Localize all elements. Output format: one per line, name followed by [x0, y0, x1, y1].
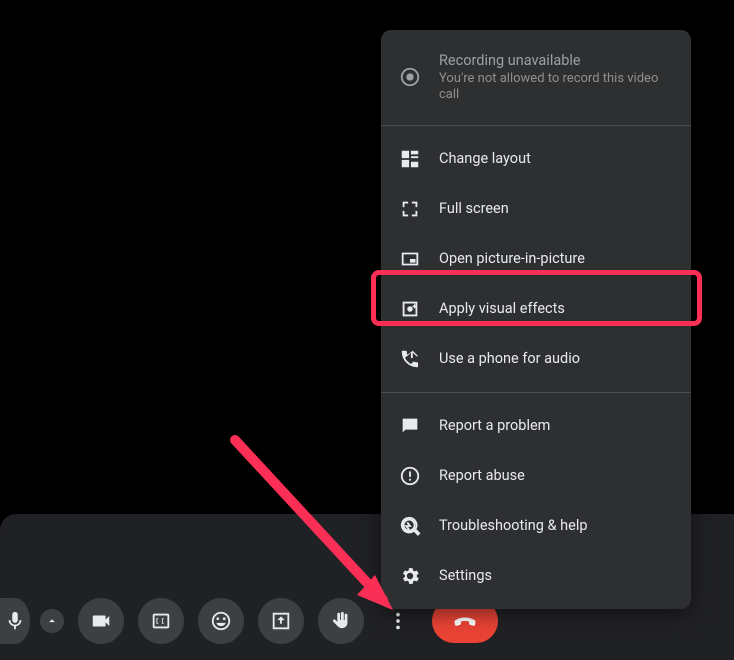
- menu-label: Change layout: [439, 150, 531, 167]
- menu-label: Report a problem: [439, 417, 550, 434]
- captions-icon: [150, 610, 172, 632]
- menu-separator: [381, 125, 691, 126]
- gear-icon: [399, 565, 421, 587]
- microphone-button[interactable]: [0, 598, 30, 644]
- menu-item-change-layout[interactable]: Change layout: [381, 134, 691, 184]
- reactions-button[interactable]: [198, 598, 244, 644]
- camera-icon: [90, 610, 112, 632]
- more-options-menu: Recording unavailable You're not allowed…: [381, 30, 691, 609]
- present-button[interactable]: [258, 598, 304, 644]
- fullscreen-icon: [399, 198, 421, 220]
- menu-item-report-problem[interactable]: Report a problem: [381, 401, 691, 451]
- menu-item-pip[interactable]: Open picture-in-picture: [381, 234, 691, 284]
- menu-label: Use a phone for audio: [439, 350, 580, 367]
- hangup-icon: [451, 607, 479, 635]
- menu-label: Apply visual effects: [439, 300, 565, 317]
- phone-audio-icon: [399, 348, 421, 370]
- feedback-icon: [399, 415, 421, 437]
- chevron-up-icon: [45, 614, 59, 628]
- visual-effects-icon: [399, 298, 421, 320]
- report-abuse-icon: [399, 465, 421, 487]
- menu-item-settings[interactable]: Settings: [381, 551, 691, 601]
- camera-button[interactable]: [78, 598, 124, 644]
- menu-label: Full screen: [439, 200, 509, 217]
- menu-label: Open picture-in-picture: [439, 250, 585, 267]
- audio-options-toggle[interactable]: [40, 609, 64, 633]
- raise-hand-button[interactable]: [318, 598, 364, 644]
- captions-button[interactable]: [138, 598, 184, 644]
- layout-icon: [399, 148, 421, 170]
- smiley-icon: [210, 610, 232, 632]
- menu-item-phone-audio[interactable]: Use a phone for audio: [381, 334, 691, 384]
- menu-label: Settings: [439, 567, 492, 584]
- present-icon: [270, 610, 292, 632]
- menu-item-visual-effects[interactable]: Apply visual effects: [381, 284, 691, 334]
- menu-item-report-abuse[interactable]: Report abuse: [381, 451, 691, 501]
- pip-icon: [399, 248, 421, 270]
- menu-label: Recording unavailable You're not allowed…: [439, 52, 673, 103]
- menu-item-full-screen[interactable]: Full screen: [381, 184, 691, 234]
- microphone-icon: [4, 610, 26, 632]
- menu-label: Troubleshooting & help: [439, 517, 588, 534]
- menu-item-recording: Recording unavailable You're not allowed…: [381, 38, 691, 117]
- raise-hand-icon: [330, 610, 352, 632]
- menu-label: Report abuse: [439, 467, 525, 484]
- menu-item-troubleshoot[interactable]: Troubleshooting & help: [381, 501, 691, 551]
- record-icon: [399, 66, 421, 88]
- more-vertical-icon: [387, 610, 409, 632]
- menu-separator: [381, 392, 691, 393]
- troubleshoot-icon: [399, 515, 421, 537]
